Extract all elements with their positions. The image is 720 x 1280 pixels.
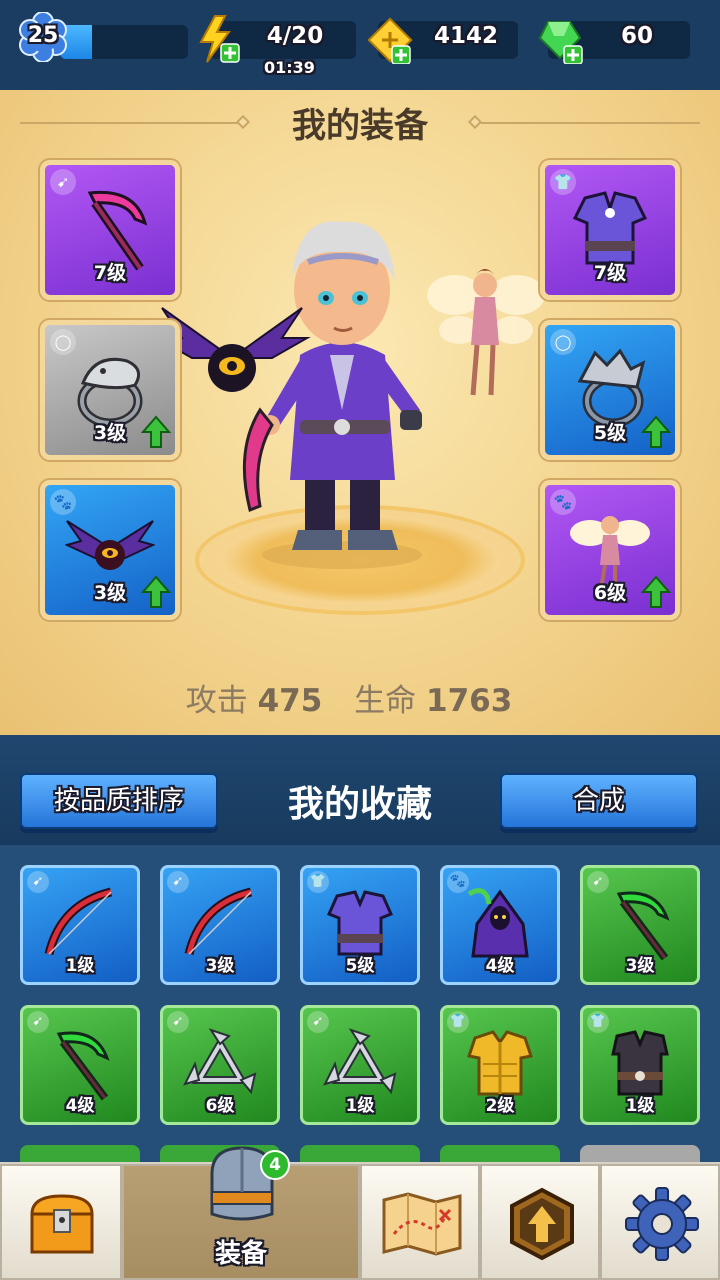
item-level: 1级 <box>65 956 95 976</box>
hero-stats: 攻击 475 生命 1763 <box>0 675 720 720</box>
top-bar: 25 4/20 01:39 4142 60 <box>0 0 720 90</box>
chest-icon <box>30 1194 94 1254</box>
equip-slot-armor[interactable]: 👕 7级 <box>540 160 680 300</box>
slot-level: 7级 <box>593 262 627 284</box>
item-level: 1级 <box>345 1096 375 1116</box>
equip-slot-ring-1[interactable]: ◯ 3级 <box>40 320 180 460</box>
nav-equipment-label: 装备 <box>214 1239 267 1269</box>
item-level: 2级 <box>485 1096 515 1116</box>
item-level: 3级 <box>205 956 235 976</box>
attack-value: 475 <box>257 683 323 719</box>
bottom-nav: 装备 <box>0 1146 720 1280</box>
nav-shop[interactable] <box>0 1164 122 1280</box>
equip-slot-ring-2[interactable]: ◯ 5级 <box>540 320 680 460</box>
upgrade-icon <box>510 1187 574 1261</box>
nav-equipment[interactable]: 装备 <box>122 1146 360 1280</box>
collection-title: 我的收藏 <box>287 784 432 825</box>
level-value: 25 <box>27 23 59 48</box>
energy-bolt-icon[interactable] <box>195 14 243 64</box>
attack-label: 攻击 <box>185 683 248 719</box>
fairy-pet-character <box>427 269 545 396</box>
upgrade-arrow-icon <box>141 415 171 448</box>
equip-slot-weapon[interactable]: ➹ 7级 <box>40 160 180 300</box>
equipment-badge: 4 <box>260 1150 290 1180</box>
slot-level: 7级 <box>93 262 127 284</box>
equip-slot-pet-1[interactable]: 🐾 3级 <box>40 480 180 620</box>
upgrade-arrow-icon <box>641 575 671 608</box>
item-level: 4级 <box>485 956 515 976</box>
collection-item[interactable]: 👕 2级 <box>440 1005 560 1125</box>
collection-item[interactable]: 👕 1级 <box>580 1005 700 1125</box>
item-level: 1级 <box>625 1096 655 1116</box>
collection-item[interactable]: ➹ 3级 <box>160 865 280 985</box>
equipment-title: 我的装备 <box>292 106 428 146</box>
nav-map[interactable] <box>360 1164 480 1280</box>
equipment-panel: 我的装备 ➹ 7级 ◯ 3级 🐾 3级 👕 7级 ◯ 5级 🐾 6级 攻击 47… <box>0 90 720 735</box>
xp-bar <box>60 25 188 59</box>
equip-slot-pet-2[interactable]: 🐾 6级 <box>540 480 680 620</box>
gem-icon[interactable] <box>536 16 586 64</box>
collection-item[interactable]: 👕 5级 <box>300 865 420 985</box>
collection-item[interactable]: ➹ 4级 <box>20 1005 140 1125</box>
collection-item[interactable]: 🐾 4级 <box>440 865 560 985</box>
collection-item[interactable]: ➹ 3级 <box>580 865 700 985</box>
gold-value: 4142 <box>433 23 498 49</box>
energy-timer: 01:39 <box>264 58 315 77</box>
item-level: 4级 <box>65 1096 95 1116</box>
merge-button[interactable]: 合成 <box>500 773 698 829</box>
collection-header: 按品质排序 我的收藏 合成 <box>0 735 720 845</box>
map-icon <box>382 1192 462 1256</box>
gold-coin-icon[interactable] <box>366 16 414 64</box>
collection-item[interactable]: ➹ 1级 <box>300 1005 420 1125</box>
level-badge[interactable]: 25 <box>18 11 68 63</box>
upgrade-arrow-icon <box>641 415 671 448</box>
item-level: 3级 <box>625 956 655 976</box>
nav-settings[interactable] <box>600 1164 720 1280</box>
settings-icon <box>625 1187 699 1261</box>
collection-grid: ➹ 1级 ➹ 3级 👕 5级 🐾 4级 ➹ 3级 ➹ 4级 ➹ 6级 ➹ 1级 … <box>0 845 720 1165</box>
energy-value: 4/20 <box>266 23 324 49</box>
nav-upgrade[interactable] <box>480 1164 600 1280</box>
upgrade-arrow-icon <box>141 575 171 608</box>
sort-by-quality-button[interactable]: 按品质排序 <box>20 773 218 829</box>
collection-item[interactable]: ➹ 1级 <box>20 865 140 985</box>
gem-value: 60 <box>620 23 653 49</box>
hp-label: 生命 <box>354 683 417 719</box>
item-level: 5级 <box>345 956 375 976</box>
item-level: 6级 <box>205 1096 235 1116</box>
hp-value: 1763 <box>426 683 513 719</box>
collection-item[interactable]: ➹ 6级 <box>160 1005 280 1125</box>
